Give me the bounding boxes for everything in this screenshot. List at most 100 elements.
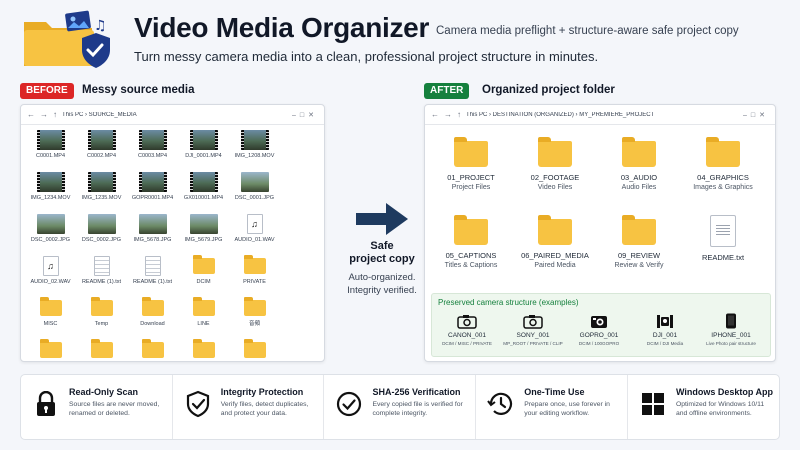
source-file-item[interactable]: ♫ AUDIO_02.WAV <box>25 253 76 293</box>
destination-folder-item[interactable]: 03_AUDIO Audio Files <box>597 131 681 203</box>
feature-description: Source files are never moved, renamed or… <box>69 401 160 417</box>
destination-path[interactable]: This PC › DESTINATION (ORGANIZED) › MY_P… <box>466 112 738 118</box>
video-thumbnail-icon <box>189 169 218 195</box>
source-path[interactable]: This PC › SOURCE_MEDIA <box>62 112 287 118</box>
folder-description: Project Files <box>451 184 491 191</box>
file-name: GX010001.MP4 <box>183 195 224 201</box>
source-file-item[interactable]: DSC_0001.JPG <box>229 169 280 209</box>
folder-name: 06_PAIRED_MEDIA <box>521 251 589 260</box>
text-file-icon <box>144 253 161 279</box>
folder-name: 01_PROJECT <box>447 173 495 182</box>
after-badge: AFTER <box>424 83 470 99</box>
destination-folder-item[interactable]: 05_CAPTIONS Titles & Captions <box>429 209 513 281</box>
source-file-item[interactable]: IMG_1234.MOV <box>25 169 76 209</box>
source-file-item[interactable]: PRIVATE <box>229 253 280 293</box>
source-file-item[interactable]: GOPR0001.MP4 <box>127 169 178 209</box>
source-file-item[interactable]: IMG_1208.MOV <box>229 127 280 167</box>
source-file-item[interactable]: Download <box>127 295 178 335</box>
back-icon[interactable]: ← <box>431 110 439 119</box>
window-controls[interactable]: –□✕ <box>743 111 769 119</box>
source-file-item[interactable]: Temp <box>76 295 127 335</box>
source-file-item[interactable]: README (1).txt <box>127 253 178 293</box>
camera-path: DCIM / 100GOPRO <box>578 341 620 346</box>
destination-folder-grid: 01_PROJECT Project Files 02_FOOTAGE Vide… <box>425 131 775 281</box>
source-file-item[interactable]: 未分類 <box>25 337 76 361</box>
file-name: MISC <box>43 321 58 327</box>
folder-icon <box>622 137 656 167</box>
source-file-item[interactable]: DJI_0001.MP4 <box>178 127 229 167</box>
camera-icon <box>523 313 543 329</box>
file-name: C0003.MP4 <box>137 153 168 159</box>
folder-icon <box>454 215 488 245</box>
camera-path: DCIM / MISC / PRIVATE <box>442 341 492 346</box>
source-file-item[interactable]: LINE <box>178 295 229 335</box>
feature-title: One-Time Use <box>524 387 585 397</box>
feature-title: SHA-256 Verification <box>372 387 461 397</box>
destination-folder-item[interactable]: 06_PAIRED_MEDIA Paired Media <box>513 209 597 281</box>
up-icon[interactable]: ↑ <box>457 110 461 119</box>
source-file-item[interactable]: 素材備份 <box>127 337 178 361</box>
source-file-item[interactable]: C0002.MP4 <box>76 127 127 167</box>
source-file-item[interactable]: IMG_5679.JPG <box>178 211 229 251</box>
camera-icon <box>457 313 477 329</box>
window-controls[interactable]: –□✕ <box>292 111 318 119</box>
folder-icon <box>39 295 62 321</box>
folder-description: Audio Files <box>621 184 657 191</box>
source-file-item[interactable]: DSC_0002.JPG <box>76 211 127 251</box>
feature-item: SHA-256 Verification Every copied file i… <box>324 375 477 439</box>
source-file-item[interactable]: 截圖 <box>178 337 229 361</box>
source-file-item[interactable]: IMG_5678.JPG <box>127 211 178 251</box>
folder-name: 04_GRAPHICS <box>697 173 749 182</box>
file-name: DJI_0001.MP4 <box>185 153 222 159</box>
folder-icon <box>192 253 215 279</box>
preserved-title: Preserved camera structure (examples) <box>438 298 579 307</box>
destination-folder-item[interactable]: 09_REVIEW Review & Verify <box>597 209 681 281</box>
source-file-item[interactable]: DSC_0002.JPG <box>25 211 76 251</box>
destination-folder-item[interactable]: 01_PROJECT Project Files <box>429 131 513 203</box>
folder-icon <box>141 295 164 321</box>
before-label: Messy source media <box>82 84 195 96</box>
destination-folder-item[interactable]: 04_GRAPHICS Images & Graphics <box>681 131 765 203</box>
source-file-item[interactable]: 新資料夾 (2) <box>76 337 127 361</box>
audio-file-icon: ♫ <box>42 253 59 279</box>
source-file-item[interactable]: ♫ AUDIO_01.WAV <box>229 211 280 251</box>
file-name: C0002.MP4 <box>86 153 117 159</box>
safe-copy-label: Safe project copy <box>349 240 415 265</box>
source-file-item[interactable]: DCIM <box>178 253 229 293</box>
source-file-item[interactable]: IMG_1235.MOV <box>76 169 127 209</box>
file-name: AUDIO_01.WAV <box>234 237 275 243</box>
file-name: PRIVATE <box>243 279 266 285</box>
destination-file-item[interactable]: README.txt <box>681 209 765 281</box>
destination-folder-item[interactable]: 02_FOOTAGE Video Files <box>513 131 597 203</box>
folder-icon <box>706 137 740 167</box>
video-thumbnail-icon <box>138 127 167 153</box>
video-thumbnail-icon <box>138 169 167 195</box>
file-name: 音頻 <box>248 321 260 327</box>
page-subtitle: Turn messy camera media into a clean, pr… <box>134 49 599 64</box>
file-name: IMG_1234.MOV <box>30 195 71 201</box>
video-thumbnail-icon <box>87 169 116 195</box>
preserved-structure-panel: Preserved camera structure (examples) CA… <box>431 293 771 357</box>
folder-icon <box>454 137 488 167</box>
page-tagline: Camera media preflight + structure-aware… <box>436 25 739 37</box>
file-name: DSC_0002.JPG <box>30 237 71 243</box>
file-name: README (1).txt <box>132 279 173 285</box>
source-file-item[interactable]: ScreenShot <box>229 337 280 361</box>
source-file-item[interactable]: MISC <box>25 295 76 335</box>
camera-name: SONY_001 <box>516 332 550 339</box>
source-file-item[interactable]: GX010001.MP4 <box>178 169 229 209</box>
source-explorer-window: ← → ↑ This PC › SOURCE_MEDIA –□✕ C0001.M… <box>20 104 325 362</box>
source-file-item[interactable]: C0003.MP4 <box>127 127 178 167</box>
source-file-item[interactable]: README (1).txt <box>76 253 127 293</box>
forward-icon[interactable]: → <box>40 110 48 119</box>
source-file-item[interactable]: C0001.MP4 <box>25 127 76 167</box>
source-file-item[interactable]: 音頻 <box>229 295 280 335</box>
app-logo: ♫ <box>24 10 110 68</box>
folder-icon <box>243 295 266 321</box>
up-icon[interactable]: ↑ <box>53 110 57 119</box>
camera-path: MP_ROOT / PRIVATE / CLIP <box>503 341 563 346</box>
back-icon[interactable]: ← <box>27 110 35 119</box>
folder-name: 05_CAPTIONS <box>445 251 497 260</box>
folder-icon <box>192 337 215 361</box>
forward-icon[interactable]: → <box>444 110 452 119</box>
